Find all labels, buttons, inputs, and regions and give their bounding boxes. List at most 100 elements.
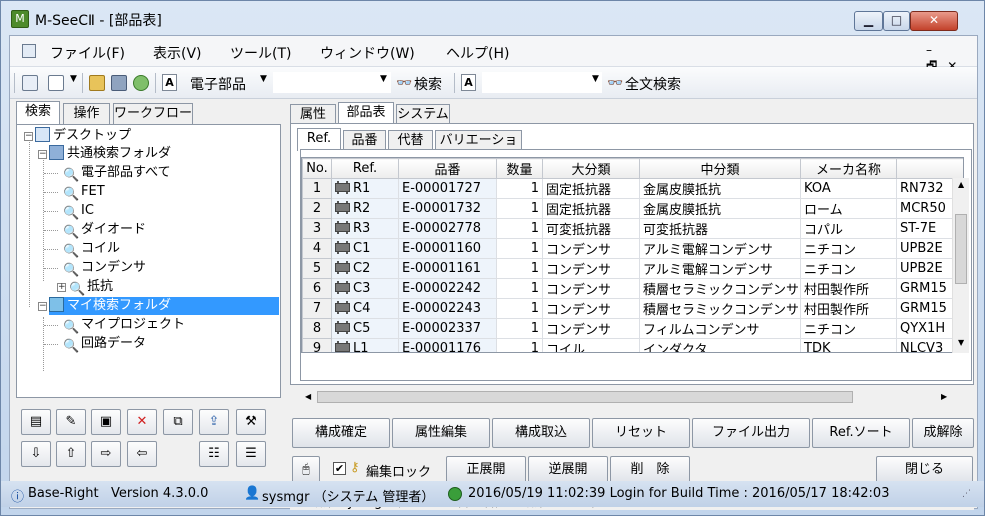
menu-help[interactable]: ヘルプ(H): [446, 43, 509, 63]
maximize-button[interactable]: □: [883, 11, 910, 31]
table-cell[interactable]: E-00001727: [398, 178, 497, 199]
tree-node-diode[interactable]: 🔍 ダイオード: [63, 221, 146, 240]
table-cell[interactable]: 4: [302, 238, 332, 259]
table-cell[interactable]: C1: [331, 238, 399, 259]
menu-view[interactable]: 表示(V): [153, 43, 202, 63]
column-header[interactable]: 大分類: [542, 158, 640, 179]
scroll-thumb[interactable]: [955, 214, 967, 284]
table-row[interactable]: 8 C5 E-00002337 1 コンデンサ フィルムコンデンサ ニチコン QYX1H: [302, 318, 963, 339]
fulltext-combo[interactable]: [482, 72, 602, 93]
table-cell[interactable]: コパル: [800, 218, 897, 239]
move-right-button[interactable]: ⇨: [91, 441, 121, 467]
table-row[interactable]: 4 C1 E-00001160 1 コンデンサ アルミ電解コンデンサ ニチコン UPB2E: [302, 238, 963, 259]
table-cell[interactable]: 積層セラミックコンデンサ: [639, 278, 801, 299]
checklist-button[interactable]: ☷: [199, 441, 229, 467]
collapse-toggle[interactable]: −: [24, 132, 33, 141]
table-cell[interactable]: 6: [302, 278, 332, 299]
fulltext-search-button[interactable]: 全文検索: [625, 74, 681, 94]
table-cell[interactable]: コンデンサ: [542, 298, 640, 319]
folder-tree[interactable]: − デスクトップ − 共通検索フォルダ 🔍 電子部品すべて 🔍 FET 🔍 IC 🔍 ダ…: [16, 124, 281, 398]
table-row[interactable]: 6 C3 E-00002242 1 コンデンサ 積層セラミックコンデンサ 村田製作所 GRM1…: [302, 278, 963, 299]
table-cell[interactable]: 1: [496, 198, 543, 219]
category-dropdown-icon[interactable]: ▼: [260, 74, 267, 84]
table-cell[interactable]: ニチコン: [800, 238, 897, 259]
tree-node-all-parts[interactable]: 🔍 電子部品すべて: [63, 164, 171, 183]
table-cell[interactable]: コンデンサ: [542, 278, 640, 299]
table-cell[interactable]: 1: [496, 258, 543, 279]
table-cell[interactable]: インダクタ: [639, 338, 801, 352]
move-down-button[interactable]: ⇩: [21, 441, 51, 467]
table-cell[interactable]: 金属皮膜抵抗: [639, 178, 801, 199]
table-cell[interactable]: フィルムコンデンサ: [639, 318, 801, 339]
release-structure-button[interactable]: 成解除: [912, 418, 974, 448]
tab-search[interactable]: 検索: [16, 101, 60, 124]
import-button[interactable]: ⇪: [199, 409, 229, 435]
table-cell[interactable]: 固定抵抗器: [542, 198, 640, 219]
confirm-structure-button[interactable]: 構成確定: [292, 418, 390, 448]
tab-parts-list[interactable]: 部品表: [338, 102, 394, 125]
preview-button[interactable]: ▣: [91, 409, 121, 435]
delete-row-button[interactable]: 削 除: [610, 456, 690, 484]
table-cell[interactable]: ローム: [800, 198, 897, 219]
scroll-up-icon[interactable]: ▲: [958, 180, 964, 189]
tree-node-ic[interactable]: 🔍 IC: [63, 202, 94, 221]
table-cell[interactable]: 村田製作所: [800, 278, 897, 299]
parts-grid[interactable]: No. Ref. 品番 数量 大分類 中分類 メーカ名称 1 R1 E-000017…: [301, 157, 964, 353]
delete-button[interactable]: ✕: [127, 409, 157, 435]
table-cell[interactable]: 金属皮膜抵抗: [639, 198, 801, 219]
tree-node-resistor[interactable]: 🔍 抵抗: [69, 278, 113, 297]
table-cell[interactable]: 5: [302, 258, 332, 279]
table-cell[interactable]: E-00001160: [398, 238, 497, 259]
search-button[interactable]: 検索: [414, 74, 442, 94]
collapse-toggle[interactable]: −: [38, 302, 47, 311]
copy-button[interactable]: ⧉: [163, 409, 193, 435]
close-window-button[interactable]: ✕: [910, 11, 958, 31]
properties-icon[interactable]: [22, 75, 38, 91]
table-cell[interactable]: C3: [331, 278, 399, 299]
menu-file[interactable]: ファイル(F): [50, 43, 125, 63]
expand-toggle[interactable]: +: [57, 283, 66, 292]
settings-list-button[interactable]: ☰: [236, 441, 266, 467]
table-cell[interactable]: コイル: [542, 338, 640, 352]
tree-node-desktop[interactable]: デスクトップ: [35, 127, 131, 145]
table-cell[interactable]: E-00001161: [398, 258, 497, 279]
new-document-icon[interactable]: [48, 75, 64, 91]
tab-system[interactable]: システム: [396, 104, 450, 125]
hscroll-thumb[interactable]: [317, 391, 853, 403]
reset-button[interactable]: リセット: [592, 418, 690, 448]
table-cell[interactable]: L1: [331, 338, 399, 352]
table-row[interactable]: 5 C2 E-00001161 1 コンデンサ アルミ電解コンデンサ ニチコン UPB2E: [302, 258, 963, 279]
resize-grip-icon[interactable]: ⋰: [962, 489, 971, 499]
subtab-alternate[interactable]: 代替: [388, 130, 433, 151]
reverse-expand-button[interactable]: 逆展開: [528, 456, 608, 484]
menu-tools[interactable]: ツール(T): [230, 43, 291, 63]
scroll-left-icon[interactable]: ◀: [305, 392, 311, 401]
mouse-mode-button[interactable]: 🖰: [292, 456, 320, 484]
table-cell[interactable]: 1: [302, 178, 332, 199]
title-bar[interactable]: M M-SeeCⅡ - [部品表] ▁ □ ✕: [1, 1, 984, 35]
collapse-toggle[interactable]: −: [38, 150, 47, 159]
subtab-ref[interactable]: Ref.: [297, 128, 341, 151]
table-cell[interactable]: 村田製作所: [800, 298, 897, 319]
table-cell[interactable]: TDK: [800, 338, 897, 352]
tree-node-common-search[interactable]: 共通検索フォルダ: [49, 145, 171, 163]
tree-node-my-project[interactable]: 🔍 マイプロジェクト: [63, 316, 185, 335]
tools-button[interactable]: ⚒: [236, 409, 266, 435]
table-cell[interactable]: C2: [331, 258, 399, 279]
table-cell[interactable]: 2: [302, 198, 332, 219]
table-cell[interactable]: 7: [302, 298, 332, 319]
chevron-down-icon[interactable]: ▼: [380, 74, 387, 84]
table-row[interactable]: 2 R2 E-00001732 1 固定抵抗器 金属皮膜抵抗 ローム MCR50: [302, 198, 963, 219]
column-header[interactable]: No.: [302, 158, 332, 179]
table-cell[interactable]: 1: [496, 218, 543, 239]
tree-node-my-search[interactable]: マイ検索フォルダ: [49, 297, 279, 315]
network-icon[interactable]: [133, 75, 149, 91]
table-cell[interactable]: 1: [496, 318, 543, 339]
table-cell[interactable]: コンデンサ: [542, 258, 640, 279]
table-cell[interactable]: ニチコン: [800, 318, 897, 339]
forward-expand-button[interactable]: 正展開: [446, 456, 526, 484]
table-cell[interactable]: E-00002778: [398, 218, 497, 239]
table-cell[interactable]: E-00002337: [398, 318, 497, 339]
table-cell[interactable]: 1: [496, 338, 543, 352]
chevron-down-icon[interactable]: ▼: [70, 74, 77, 84]
